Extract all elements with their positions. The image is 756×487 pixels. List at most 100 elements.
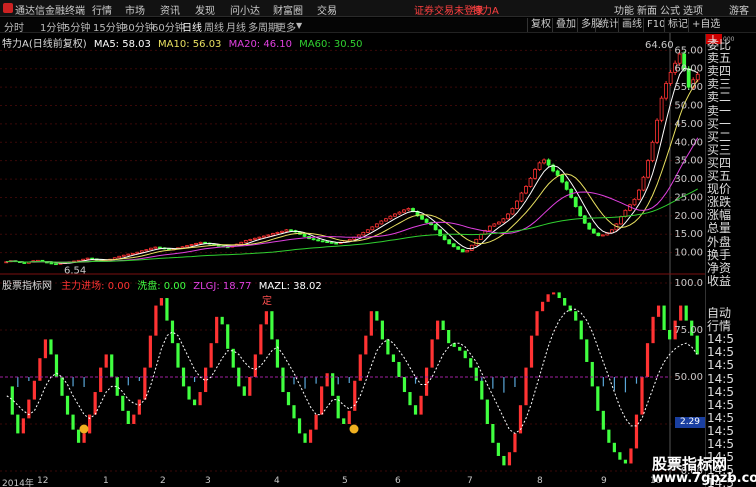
guest-login[interactable]: 游客 — [729, 2, 749, 17]
date-axis: 2014年 12 1 2 3 4 5 6 7 8 9 10 — [0, 476, 705, 487]
zlgj-bar — [513, 433, 517, 453]
chevron-down-icon[interactable]: ▼ — [296, 21, 302, 30]
period-tab-30min[interactable]: 30分钟 — [122, 19, 155, 34]
kline-chart[interactable]: 65.00 60.00 55.00 50.00 45.00 40.00 35.00 30.00… — [0, 33, 705, 476]
price-tick-label: 15.00 — [674, 229, 703, 240]
quote-field-label: 买四 — [707, 156, 732, 170]
low-price-label: 6.54 — [64, 265, 86, 276]
adjust-button[interactable]: 复权 — [527, 18, 551, 32]
chart-title: 特力A(日线前复权) — [2, 39, 87, 50]
period-tab-15min[interactable]: 15分钟 — [93, 19, 126, 34]
signal-stub — [293, 377, 295, 385]
candle-body — [587, 222, 592, 230]
zlgj-bar — [60, 377, 64, 396]
menu-formula[interactable]: 公式 — [660, 2, 680, 17]
candle-body — [596, 232, 601, 237]
auto-quote-toggle[interactable]: 自动 — [707, 307, 756, 320]
zlgj-bar — [695, 335, 699, 355]
main-legend: 特力A(日线前复权) MA5: 58.03 MA10: 56.03 MA20: … — [2, 35, 363, 50]
zlgj-bar — [99, 367, 103, 393]
wash-value: 洗盘: 0.00 — [137, 281, 187, 292]
candle-body — [646, 160, 650, 178]
indicator-tick-label: 75.00 — [674, 325, 703, 336]
period-tab-1min[interactable]: 1分钟 — [40, 19, 66, 34]
ma20-line — [6, 137, 699, 263]
signal-stub — [492, 377, 494, 389]
signal-stub — [481, 377, 483, 381]
quote-field-label: 卖四 — [707, 65, 732, 79]
candle-body — [456, 246, 461, 250]
candle-body — [257, 236, 262, 239]
candle-body — [284, 229, 289, 232]
draw-line-button[interactable]: 画线 — [618, 18, 642, 32]
candle-body — [130, 252, 135, 255]
zlgj-bar — [148, 335, 152, 368]
zlgj-bar — [220, 316, 224, 325]
period-tab-monthly[interactable]: 月线 — [226, 19, 246, 34]
indicator-tick-label: 50.00 — [674, 372, 703, 383]
menu-news[interactable]: 资讯 — [160, 2, 180, 17]
candle-body — [420, 215, 424, 220]
overlay-button[interactable]: 叠加 — [552, 18, 576, 32]
menu-wealth[interactable]: 财富圈 — [273, 2, 303, 17]
candle-body — [537, 162, 542, 170]
zlgj-bar — [303, 433, 307, 443]
candle-body — [239, 241, 244, 245]
candle-body — [600, 234, 605, 237]
zlgj-bar — [662, 305, 666, 330]
zlgj-bar — [469, 358, 473, 368]
zlgj-bar — [408, 392, 412, 406]
candle-body — [185, 245, 189, 248]
date-tick: 6 — [395, 476, 401, 486]
menu-options[interactable]: 选项 — [683, 2, 703, 17]
signal-stub — [348, 377, 350, 383]
zlgj-bar — [76, 429, 81, 443]
zlgj-bar — [336, 395, 340, 419]
quote-field-label: 委比 — [707, 39, 732, 52]
zlgj-bar — [491, 424, 495, 443]
zlgj-bar — [16, 414, 20, 434]
zlgj-bar — [49, 339, 53, 355]
mark-button[interactable]: 标记 — [664, 18, 688, 32]
menu-discover[interactable]: 发现 — [195, 2, 215, 17]
date-tick: 4 — [274, 476, 280, 486]
date-tick: 12 — [37, 476, 49, 486]
menu-quotes[interactable]: 行情 — [92, 2, 112, 17]
menu-trade[interactable]: 交易 — [317, 2, 337, 17]
event-marker[interactable]: 定 — [262, 294, 272, 307]
stock-name-title: 特力A — [472, 6, 499, 17]
period-tab-5min[interactable]: 5分钟 — [64, 19, 90, 34]
stats-button[interactable]: 统计 — [595, 18, 619, 32]
period-tab-more[interactable]: 更多 — [276, 19, 296, 34]
candle-body — [329, 241, 334, 244]
zlgj-bar — [253, 354, 257, 377]
menu-function[interactable]: 功能 — [614, 2, 634, 17]
zlgj-bar — [629, 448, 633, 464]
candle-body — [546, 159, 551, 166]
indicator-name[interactable]: 股票指标网 — [2, 281, 52, 292]
zlgj-bar — [286, 392, 291, 406]
candle-body — [524, 186, 528, 194]
signal-stub — [602, 377, 604, 387]
menu-market[interactable]: 市场 — [125, 2, 145, 17]
period-tab-intraday[interactable]: 分时 — [4, 19, 24, 34]
indicator-current-value: 2.29 — [675, 417, 705, 428]
period-tab-weekly[interactable]: 周线 — [204, 19, 224, 34]
menu-new-face[interactable]: 新面 — [637, 2, 657, 17]
candle-body — [311, 238, 316, 241]
zlgj-bar — [110, 354, 114, 377]
period-tab-60min[interactable]: 60分钟 — [152, 19, 185, 34]
quote-field-label: 卖三 — [707, 78, 732, 92]
f10-button[interactable]: F10 — [643, 18, 665, 32]
menu-ask[interactable]: 问小达 — [230, 2, 260, 17]
candle-body — [54, 263, 58, 266]
candle-body — [153, 246, 158, 249]
price-tick-label: 20.00 — [674, 211, 703, 222]
zlgj-bar — [585, 339, 589, 362]
add-watchlist-button[interactable]: +自选 — [688, 18, 720, 32]
period-tab-multi[interactable]: 多周期 — [248, 19, 278, 34]
candle-body — [203, 241, 208, 244]
period-tab-daily[interactable]: 日线 — [182, 19, 202, 34]
candle-body — [533, 169, 537, 179]
zlgj-bar — [132, 414, 136, 424]
